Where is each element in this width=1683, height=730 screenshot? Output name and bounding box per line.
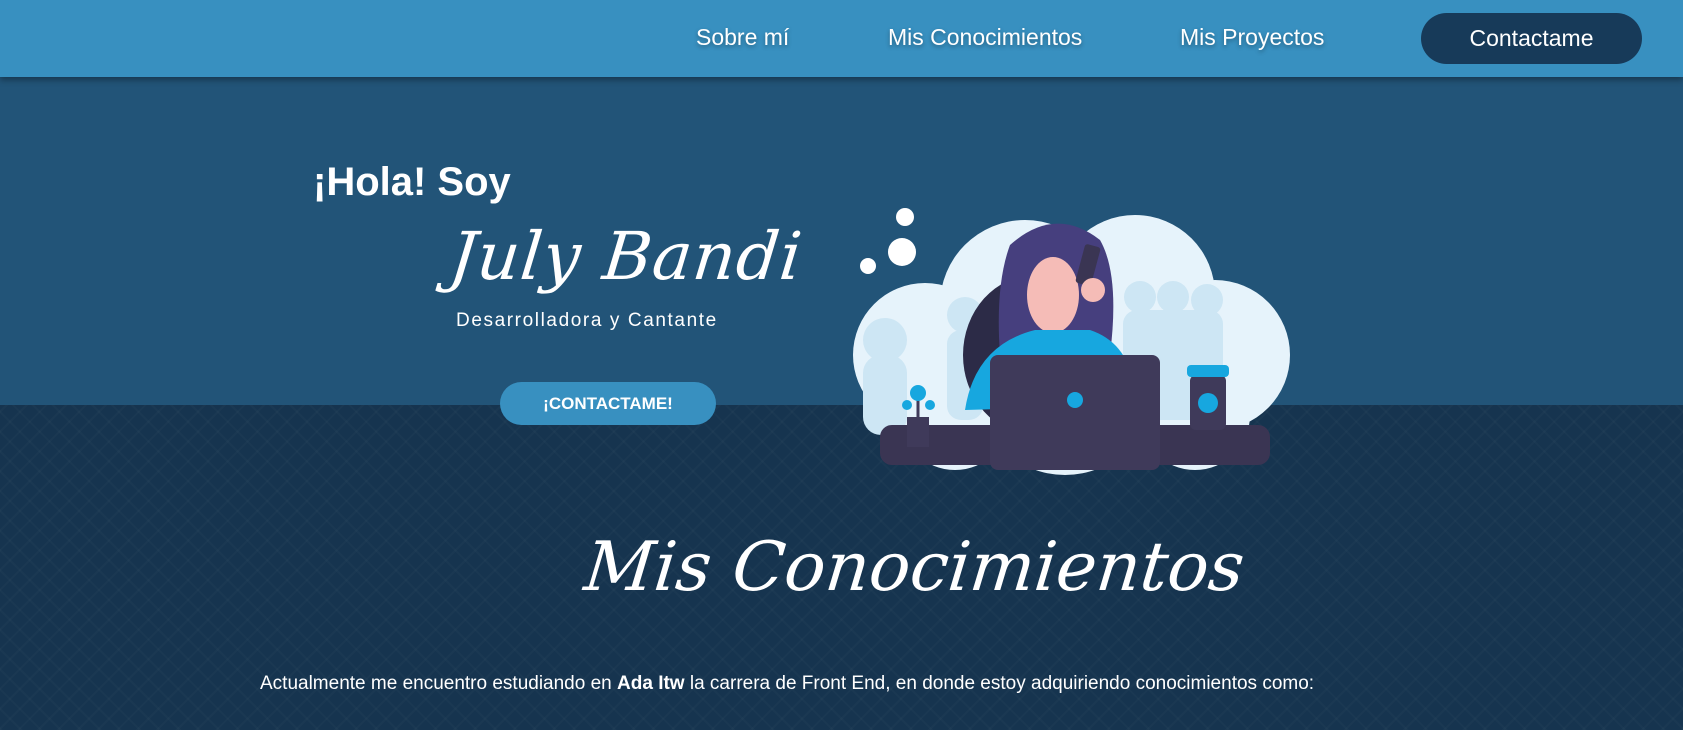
knowledge-intro-suffix: la carrera de Front End, en donde estoy … [684,673,1315,694]
coffee-cup-icon [1187,365,1229,430]
nav-link-mis-proyectos[interactable]: Mis Proyectos [1180,24,1324,51]
knowledge-intro-prefix: Actualmente me encuentro estudiando en [260,673,618,694]
section-title-mis-conocimientos: Mis Conocimientos [580,528,1249,607]
bubbles-decoration [860,208,916,274]
school-name: Ada Itw [617,673,685,694]
nav-link-sobre-mi[interactable]: Sobre mí [696,24,789,51]
top-navbar: Sobre mí Mis Conocimientos Mis Proyectos… [0,0,1683,77]
hero-contact-button[interactable]: ¡CONTACTAME! [500,382,716,425]
hero-greeting: ¡Hola! Soy [313,160,511,204]
laptop-icon [990,355,1160,470]
nav-contact-button[interactable]: Contactame [1421,13,1642,64]
hero-subtitle: Desarrolladora y Cantante [456,310,718,331]
hero-illustration [853,208,1290,475]
hero-name: July Bandi [445,218,807,295]
knowledge-intro: Actualmente me encuentro estudiando en A… [260,673,1314,695]
nav-link-mis-conocimientos[interactable]: Mis Conocimientos [888,24,1082,51]
